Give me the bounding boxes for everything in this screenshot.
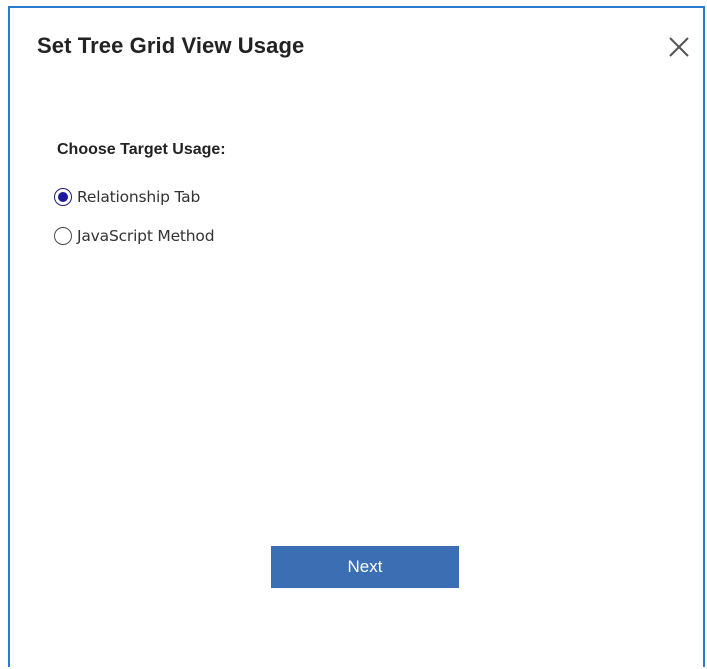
target-usage-label: Choose Target Usage:: [57, 141, 226, 158]
radio-label-javascript-method: JavaScript Method: [77, 227, 215, 245]
radio-dot-icon: [58, 192, 68, 202]
radio-option-javascript-method[interactable]: JavaScript Method: [54, 227, 215, 245]
close-button[interactable]: [666, 34, 692, 60]
close-icon: [669, 37, 689, 57]
radio-checked-icon[interactable]: [54, 188, 72, 206]
radio-unchecked-icon[interactable]: [54, 227, 72, 245]
radio-option-relationship-tab[interactable]: Relationship Tab: [54, 188, 200, 206]
radio-label-relationship-tab: Relationship Tab: [77, 188, 201, 206]
next-button[interactable]: Next: [271, 546, 459, 588]
dialog-title: Set Tree Grid View Usage: [37, 33, 305, 58]
dialog: Set Tree Grid View Usage Choose Target U…: [8, 6, 705, 667]
